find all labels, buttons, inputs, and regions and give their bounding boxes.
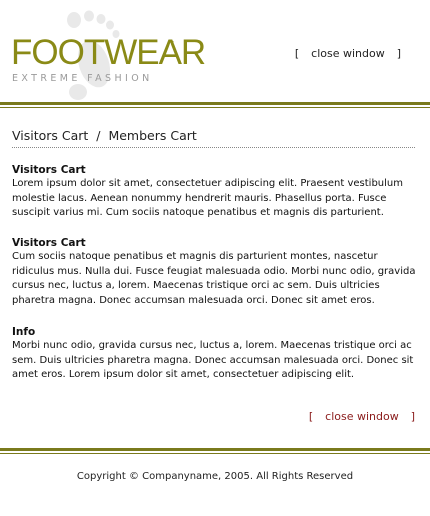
close-window-link-top[interactable]: close window	[311, 47, 385, 60]
page-title: Visitors Cart / Members Cart	[12, 128, 197, 143]
close-window-bottom: [ close window]	[309, 410, 415, 423]
logo-tagline: EXTREME FASHION	[12, 73, 153, 84]
header-rule-thick	[0, 102, 430, 105]
copyright-text: Copyright © Companyname, 2005. All Right…	[76, 471, 354, 482]
bracket-close: ]	[396, 47, 401, 60]
section-body: Cum sociis natoque penatibus et magnis d…	[12, 251, 416, 306]
content-section: Visitors Cart Lorem ipsum dolor sit amet…	[12, 163, 417, 221]
header-rule-thin	[0, 107, 430, 108]
section-heading: Info	[12, 326, 36, 338]
bracket-open: [	[308, 410, 314, 423]
header: FOOTWEAR ™ EXTREME FASHION [ close window…	[0, 0, 430, 102]
close-window-link-bottom[interactable]: close window	[325, 410, 399, 423]
bracket-open: [	[294, 47, 300, 60]
footer-rule-thin	[0, 453, 430, 454]
section-body: Lorem ipsum dolor sit amet, consectetuer…	[12, 178, 403, 219]
section-heading: Visitors Cart	[12, 164, 86, 176]
content-section: Info Morbi nunc odio, gravida cursus nec…	[12, 325, 417, 383]
logo-wordmark: FOOTWEAR	[11, 33, 206, 72]
footer-rule-thick	[0, 448, 430, 451]
close-window-top: [ close window]	[295, 47, 401, 60]
content-section: Visitors Cart Cum sociis natoque penatib…	[12, 236, 417, 308]
section-body: Morbi nunc odio, gravida cursus nec, luc…	[12, 340, 414, 381]
bracket-close: ]	[410, 410, 415, 423]
title-divider	[12, 147, 415, 148]
section-heading: Visitors Cart	[12, 237, 86, 249]
logo-trademark: ™	[168, 40, 175, 48]
